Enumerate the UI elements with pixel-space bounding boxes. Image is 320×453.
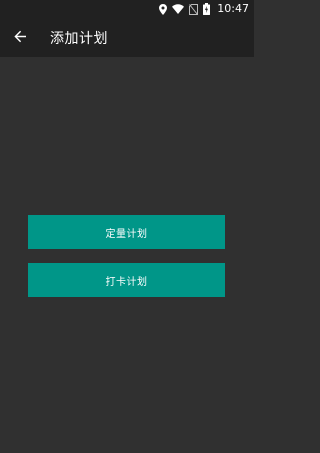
app-bar: 添加计划 (0, 18, 254, 57)
main-content: 定量计划 打卡计划 (0, 57, 254, 453)
location-icon (159, 3, 168, 15)
arrow-back-icon (13, 28, 27, 47)
status-time: 10:47 (217, 2, 249, 15)
battery-icon (203, 3, 211, 15)
no-sim-icon (189, 3, 199, 15)
back-button[interactable] (0, 18, 40, 57)
quantitative-plan-button[interactable]: 定量计划 (28, 215, 225, 249)
page-title: 添加计划 (50, 30, 108, 47)
checkin-plan-button[interactable]: 打卡计划 (28, 263, 225, 297)
wifi-icon (172, 4, 185, 14)
status-bar: 10:47 (0, 0, 254, 18)
